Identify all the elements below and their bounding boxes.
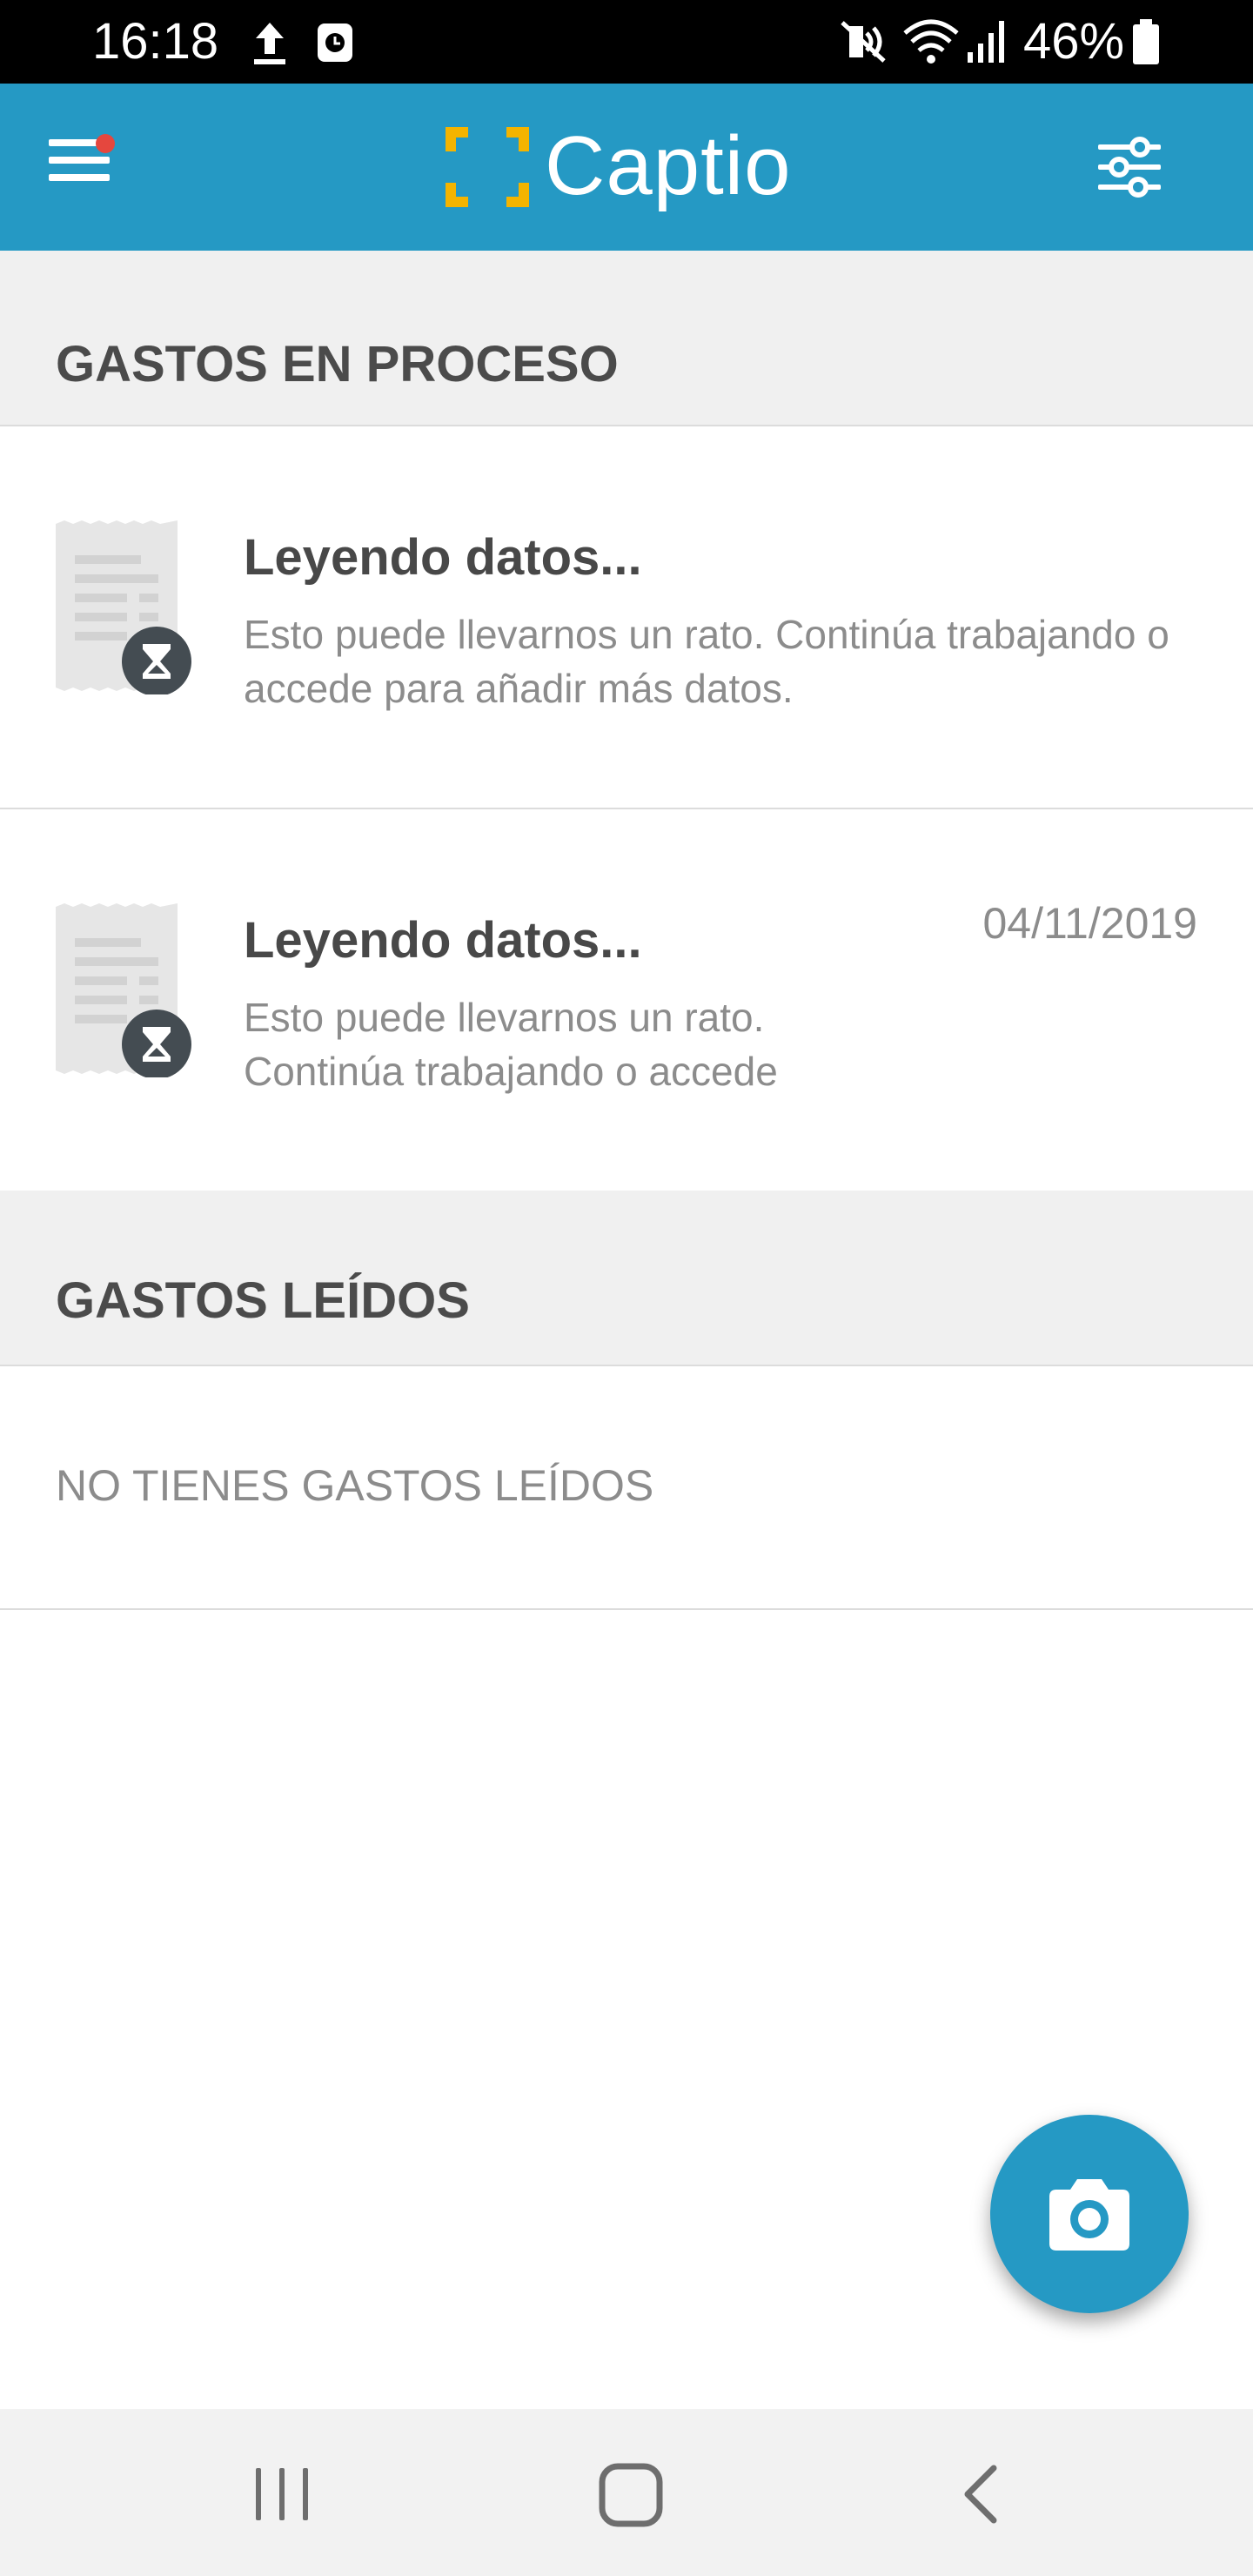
recents-icon[interactable]	[247, 2461, 317, 2527]
item-description: Esto puede llevarnos un rato. Continúa t…	[244, 612, 1169, 711]
signal-icon	[968, 21, 1004, 63]
filter-button[interactable]	[1088, 125, 1171, 209]
notification-dot	[96, 134, 115, 153]
status-bar: 16:18 46%	[0, 0, 1253, 84]
alarm-icon	[318, 23, 352, 62]
section-title: GASTOS LEÍDOS	[56, 1272, 470, 1329]
wifi-icon	[903, 19, 959, 64]
app-logo-text: Captio	[545, 119, 792, 212]
receipt-pending-icon	[56, 903, 191, 1077]
home-icon[interactable]	[592, 2456, 670, 2534]
section-title: GASTOS EN PROCESO	[56, 336, 619, 392]
system-nav-bar	[0, 2409, 1253, 2576]
battery-icon	[1133, 19, 1159, 64]
item-title: Leyendo datos...	[244, 529, 642, 586]
status-time: 16:18	[92, 13, 219, 70]
empty-state: NO TIENES GASTOS LEÍDOS	[0, 1366, 1253, 1610]
item-description: Esto puede llevarnos un rato. Continúa t…	[244, 995, 778, 1094]
item-date: 04/11/2019	[982, 899, 1197, 948]
empty-message: NO TIENES GASTOS LEÍDOS	[56, 1461, 654, 1510]
app-bar: Captio	[0, 84, 1253, 251]
expense-item[interactable]: Leyendo datos... Esto puede llevarnos un…	[0, 809, 1253, 1192]
section-header-in-process: GASTOS EN PROCESO	[0, 251, 1253, 426]
captio-logo-icon	[446, 127, 529, 207]
camera-button[interactable]	[990, 2115, 1189, 2313]
item-title: Leyendo datos...	[244, 912, 642, 969]
battery-percentage: 46%	[1023, 13, 1125, 70]
section-header-read: GASTOS LEÍDOS	[0, 1191, 1253, 1366]
menu-button[interactable]	[38, 118, 122, 202]
expense-item[interactable]: Leyendo datos... Esto puede llevarnos un…	[0, 426, 1253, 809]
receipt-pending-icon	[56, 520, 191, 694]
camera-icon	[1049, 2179, 1129, 2251]
mute-icon	[841, 21, 886, 63]
upload-icon	[254, 23, 285, 64]
sliders-icon	[1098, 137, 1161, 198]
back-icon[interactable]	[948, 2458, 1018, 2531]
